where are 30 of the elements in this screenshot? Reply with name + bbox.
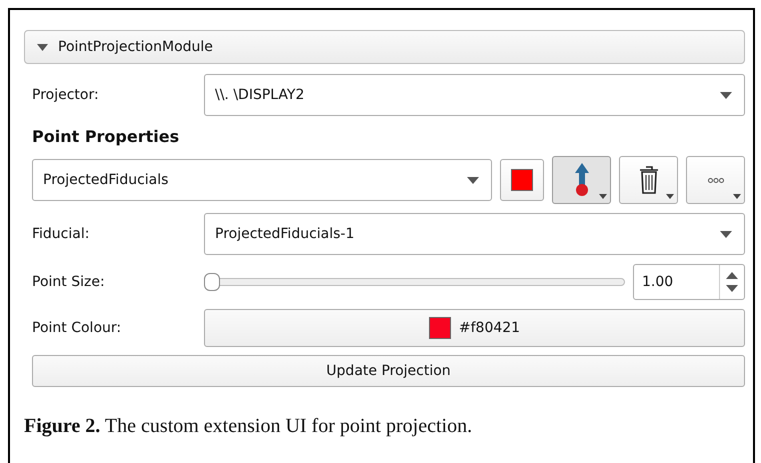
update-projection-button[interactable]: Update Projection <box>32 355 745 387</box>
color-button[interactable] <box>500 159 544 201</box>
collapsible-header[interactable]: PointProjectionModule <box>24 30 745 64</box>
point-size-label: Point Size: <box>32 274 106 290</box>
dropdown-arrow-icon <box>720 230 732 238</box>
menu-arrow-icon <box>733 194 741 199</box>
arrow-point-icon <box>574 163 590 197</box>
collapse-arrow-icon <box>37 44 48 50</box>
more-options-button[interactable] <box>686 156 745 204</box>
dropdown-arrow-icon <box>720 92 732 98</box>
menu-arrow-icon <box>666 194 674 199</box>
node-dropdown[interactable]: ProjectedFiducials <box>32 159 492 201</box>
figure-caption: Figure 2. The custom extension UI for point projection. <box>24 415 474 438</box>
dropdown-arrow-icon <box>467 176 479 184</box>
projector-label: Projector: <box>32 87 100 103</box>
colour-picker-button[interactable]: #f80421 <box>204 309 745 347</box>
slider-handle[interactable] <box>204 273 220 291</box>
point-size-slider[interactable] <box>204 272 625 292</box>
projector-dropdown[interactable]: \\. \DISPLAY2 <box>204 74 745 116</box>
fiducial-dropdown[interactable]: ProjectedFiducials-1 <box>204 213 745 255</box>
menu-arrow-icon <box>599 194 607 199</box>
section-title: Point Properties <box>32 127 180 146</box>
place-point-button[interactable] <box>552 156 611 204</box>
fiducial-label: Fiducial: <box>32 226 90 242</box>
point-colour-label: Point Colour: <box>32 320 122 336</box>
ellipsis-icon <box>708 178 724 182</box>
spin-arrows-icon <box>726 271 738 293</box>
trash-icon <box>638 166 658 194</box>
delete-button[interactable] <box>619 156 678 204</box>
point-size-spinbox[interactable]: 1.00 <box>633 264 745 300</box>
